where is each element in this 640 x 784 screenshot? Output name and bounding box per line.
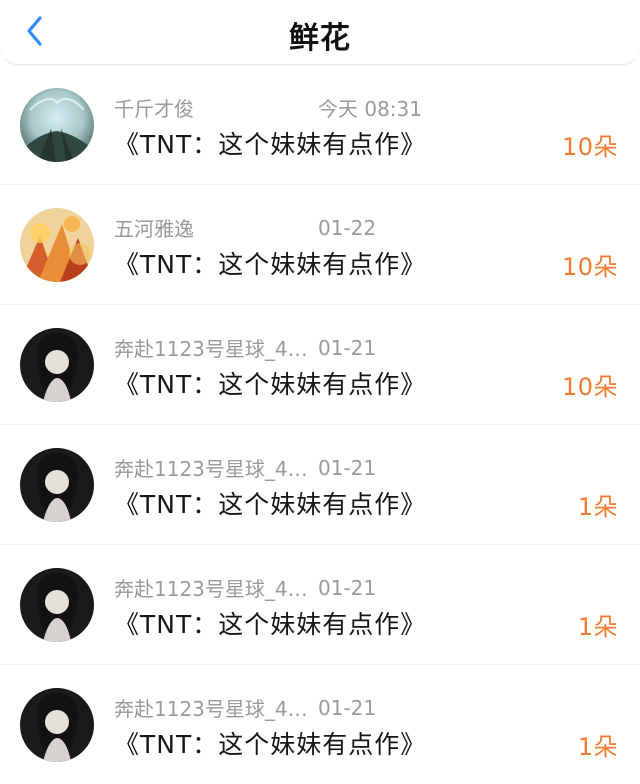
flower-count: 10朵: [561, 253, 618, 281]
flower-count: 1朵: [577, 493, 618, 521]
user-name: 奔赴1123号星球_4…: [114, 577, 308, 601]
item-meta: 五河雅逸 01-22: [114, 213, 376, 242]
book-title: 《TNT：这个妹妹有点作》: [114, 370, 427, 399]
user-name: 五河雅逸: [114, 217, 194, 241]
list-item[interactable]: 五河雅逸 01-22 《TNT：这个妹妹有点作》 10朵: [0, 184, 640, 304]
item-meta: 奔赴1123号星球_4… 01-21: [114, 453, 376, 482]
timestamp: 01-21: [318, 695, 377, 720]
header: 鲜花: [0, 0, 640, 65]
timestamp: 01-22: [318, 215, 377, 240]
flower-count: 10朵: [561, 133, 618, 161]
avatar: [20, 88, 94, 162]
item-meta: 奔赴1123号星球_4… 01-21: [114, 573, 376, 602]
flower-count: 10朵: [561, 373, 618, 401]
list-item[interactable]: 奔赴1123号星球_4… 01-21 《TNT：这个妹妹有点作》 1朵: [0, 664, 640, 784]
list-item[interactable]: 奔赴1123号星球_4… 01-21 《TNT：这个妹妹有点作》 1朵: [0, 544, 640, 664]
list-item[interactable]: 奔赴1123号星球_4… 01-21 《TNT：这个妹妹有点作》 10朵: [0, 304, 640, 424]
item-meta: 奔赴1123号星球_4… 01-21: [114, 693, 376, 722]
timestamp: 今天 08:31: [318, 97, 422, 121]
book-title: 《TNT：这个妹妹有点作》: [114, 130, 427, 159]
timestamp: 01-21: [318, 575, 377, 600]
list-item[interactable]: 奔赴1123号星球_4… 01-21 《TNT：这个妹妹有点作》 1朵: [0, 424, 640, 544]
avatar: [20, 568, 94, 642]
avatar: [20, 208, 94, 282]
book-title: 《TNT：这个妹妹有点作》: [114, 490, 427, 519]
item-meta: 奔赴1123号星球_4… 01-21: [114, 333, 376, 362]
user-name: 千斤才俊: [114, 97, 194, 121]
timestamp: 01-21: [318, 335, 377, 360]
avatar: [20, 448, 94, 522]
timestamp: 01-21: [318, 455, 377, 480]
book-title: 《TNT：这个妹妹有点作》: [114, 730, 427, 759]
avatar: [20, 328, 94, 402]
user-name: 奔赴1123号星球_4…: [114, 457, 308, 481]
book-title: 《TNT：这个妹妹有点作》: [114, 250, 427, 279]
flower-count: 1朵: [577, 733, 618, 761]
user-name: 奔赴1123号星球_4…: [114, 697, 308, 721]
book-title: 《TNT：这个妹妹有点作》: [114, 610, 427, 639]
page-title: 鲜花: [289, 21, 351, 56]
flower-count: 1朵: [577, 613, 618, 641]
flower-list: 千斤才俊 今天 08:31 《TNT：这个妹妹有点作》 10朵 五河雅逸 01-…: [0, 65, 640, 784]
user-name: 奔赴1123号星球_4…: [114, 337, 308, 361]
list-item[interactable]: 千斤才俊 今天 08:31 《TNT：这个妹妹有点作》 10朵: [0, 65, 640, 184]
avatar: [20, 688, 94, 762]
item-meta: 千斤才俊 今天 08:31: [114, 93, 422, 122]
